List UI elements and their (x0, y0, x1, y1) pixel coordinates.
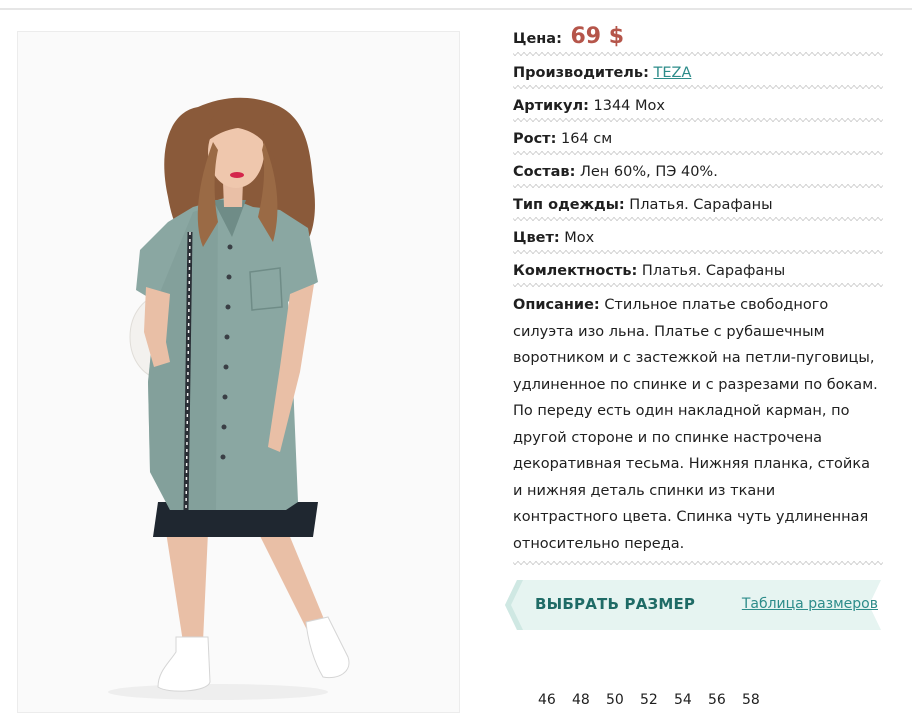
product-photo[interactable] (17, 31, 460, 713)
description-label: Описание: (513, 297, 600, 313)
article-row: Артикул: 1344 Мох (513, 97, 883, 122)
brand-row: Производитель: TEZA (513, 64, 883, 89)
description-value: Стильное платье свободного силуэта изо л… (513, 297, 878, 552)
price-row: Цена: 69 $ (513, 26, 883, 56)
price-label: Цена: (513, 31, 562, 47)
set-row: Комлектность: Платья. Сарафаны (513, 262, 883, 287)
choose-size-button[interactable]: ВЫБРАТЬ РАЗМЕР (535, 595, 695, 613)
height-label: Рост: (513, 131, 557, 147)
size-bar: ВЫБРАТЬ РАЗМЕР Таблица размеров (505, 580, 881, 630)
brand-link[interactable]: TEZA (654, 65, 692, 81)
type-label: Тип одежды: (513, 197, 625, 213)
height-row: Рост: 164 см (513, 130, 883, 155)
composition-label: Состав: (513, 164, 576, 180)
article-label: Артикул: (513, 98, 589, 114)
color-value: Мох (564, 230, 595, 246)
brand-label: Производитель: (513, 65, 649, 81)
size-option[interactable]: 48 (572, 692, 606, 708)
size-table-link[interactable]: Таблица размеров (742, 596, 878, 612)
size-option[interactable]: 54 (674, 692, 708, 708)
price-value: 69 $ (570, 24, 625, 49)
size-option[interactable]: 50 (606, 692, 640, 708)
product-specs: Цена: 69 $ Производитель: TEZA Артикул: … (513, 26, 883, 573)
color-row: Цвет: Мох (513, 229, 883, 254)
height-value: 164 см (561, 131, 613, 147)
composition-value: Лен 60%, ПЭ 40%. (579, 164, 718, 180)
size-option[interactable]: 52 (640, 692, 674, 708)
type-value: Платья. Сарафаны (629, 197, 773, 213)
size-option[interactable]: 58 (742, 692, 776, 708)
set-label: Комлектность: (513, 263, 638, 279)
color-label: Цвет: (513, 230, 560, 246)
type-row: Тип одежды: Платья. Сарафаны (513, 196, 883, 221)
description-row: Описание: Стильное платье свободного сил… (513, 292, 883, 565)
size-option[interactable]: 56 (708, 692, 742, 708)
size-options: 46 48 50 52 54 56 58 (538, 692, 776, 708)
model-illustration (108, 97, 350, 700)
set-value: Платья. Сарафаны (641, 263, 786, 279)
top-divider (0, 8, 912, 10)
composition-row: Состав: Лен 60%, ПЭ 40%. (513, 163, 883, 188)
size-option[interactable]: 46 (538, 692, 572, 708)
article-value: 1344 Мох (593, 98, 665, 114)
